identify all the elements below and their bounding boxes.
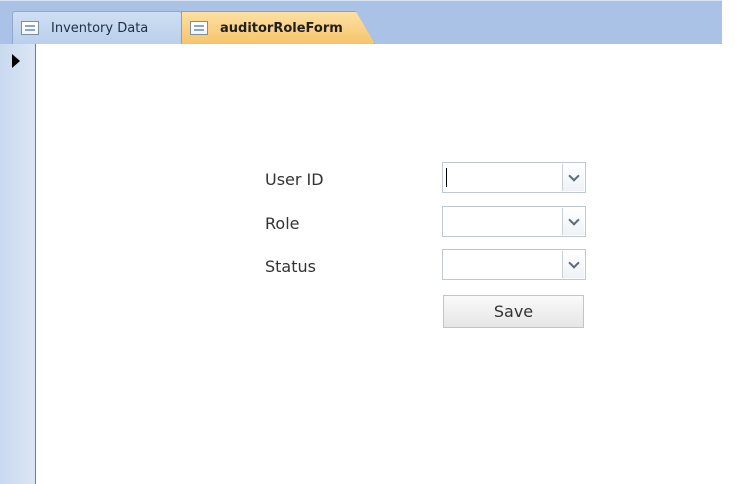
user-id-label: User ID [265,170,324,189]
role-dropdown-button[interactable] [562,208,584,235]
chevron-down-icon [567,256,580,269]
role-combobox[interactable] [442,206,586,237]
access-window: Inventory Data auditorRoleForm User ID R… [0,0,735,484]
chevron-down-icon [567,213,580,226]
user-id-dropdown-button[interactable] [562,164,584,191]
form-icon [21,21,39,35]
chevron-down-icon [567,169,580,182]
save-button[interactable]: Save [443,295,584,328]
status-combobox[interactable] [442,249,586,280]
status-dropdown-button[interactable] [562,251,584,278]
document-tab-bar: Inventory Data auditorRoleForm [0,0,722,45]
tab-auditor-role-form[interactable]: auditorRoleForm [181,11,375,44]
tab-inventory-data-label: Inventory Data [51,20,149,36]
auditor-role-form: User ID Role Status Save [36,44,722,484]
role-label: Role [265,214,300,233]
current-record-pointer-icon [12,54,20,68]
tab-inventory-data[interactable]: Inventory Data [12,11,182,44]
text-cursor [446,168,447,187]
form-icon [190,21,208,35]
user-id-combobox[interactable] [442,162,586,193]
record-selector-strip[interactable] [0,44,36,484]
status-label: Status [265,257,316,276]
tab-auditor-role-form-label: auditorRoleForm [220,20,343,36]
